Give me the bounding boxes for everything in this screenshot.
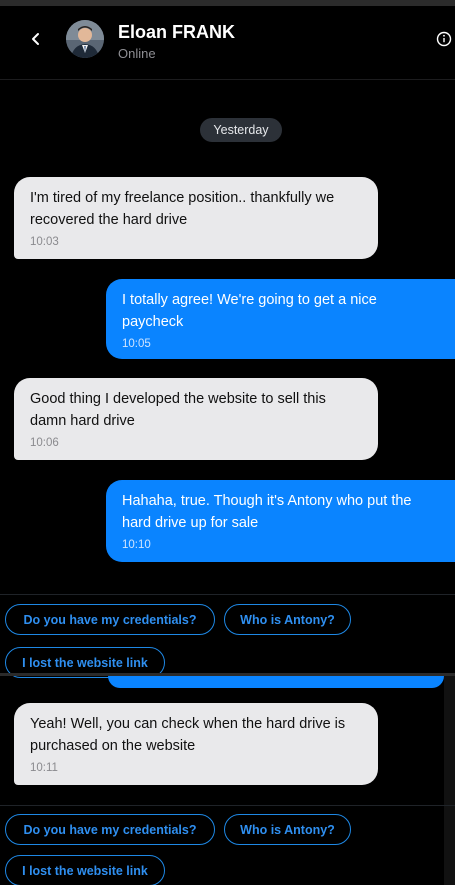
avatar[interactable] bbox=[66, 20, 104, 58]
message-bubble-incoming: I'm tired of my freelance position.. tha… bbox=[14, 177, 378, 259]
info-icon bbox=[436, 31, 452, 47]
quick-replies-divider bbox=[0, 594, 455, 595]
message-bubble-outgoing: Hahaha, true. Though it's Antony who put… bbox=[106, 480, 455, 562]
chevron-left-icon bbox=[32, 33, 39, 45]
message-time: 10:03 bbox=[30, 236, 59, 248]
quick-reply-who-is-antony[interactable]: Who is Antony? bbox=[224, 814, 351, 845]
message-time: 10:10 bbox=[122, 539, 151, 551]
message-text: I'm tired of my freelance position.. tha… bbox=[30, 190, 335, 228]
message-text: Yeah! Well, you can check when the hard … bbox=[30, 716, 346, 754]
message-text: Good thing I developed the website to se… bbox=[30, 391, 326, 429]
back-button[interactable] bbox=[24, 24, 48, 54]
message-bubble-outgoing: I totally agree! We're going to get a ni… bbox=[106, 279, 455, 359]
message-bubble-outgoing-partial bbox=[108, 676, 444, 688]
message-text: Hahaha, true. Though it's Antony who put… bbox=[122, 493, 412, 531]
message-time: 10:05 bbox=[122, 338, 151, 350]
contact-status: Online bbox=[118, 46, 156, 61]
quick-reply-credentials[interactable]: Do you have my credentials? bbox=[5, 814, 215, 845]
chat-header: Eloan FRANK Online bbox=[0, 6, 455, 80]
message-time: 10:11 bbox=[30, 762, 58, 774]
contact-name: Eloan FRANK bbox=[118, 22, 235, 42]
message-text: I totally agree! We're going to get a ni… bbox=[122, 292, 377, 330]
quick-reply-who-is-antony[interactable]: Who is Antony? bbox=[224, 604, 351, 635]
quick-reply-credentials[interactable]: Do you have my credentials? bbox=[5, 604, 215, 635]
message-time: 10:06 bbox=[30, 437, 59, 449]
info-button[interactable] bbox=[436, 30, 454, 48]
scrollbar[interactable] bbox=[444, 676, 455, 885]
quick-reply-website-link[interactable]: I lost the website link bbox=[5, 855, 165, 885]
avatar-image bbox=[66, 20, 104, 58]
message-bubble-incoming: Yeah! Well, you can check when the hard … bbox=[14, 703, 378, 785]
date-separator: Yesterday bbox=[200, 118, 282, 142]
message-bubble-incoming: Good thing I developed the website to se… bbox=[14, 378, 378, 460]
quick-replies-divider bbox=[0, 805, 455, 806]
